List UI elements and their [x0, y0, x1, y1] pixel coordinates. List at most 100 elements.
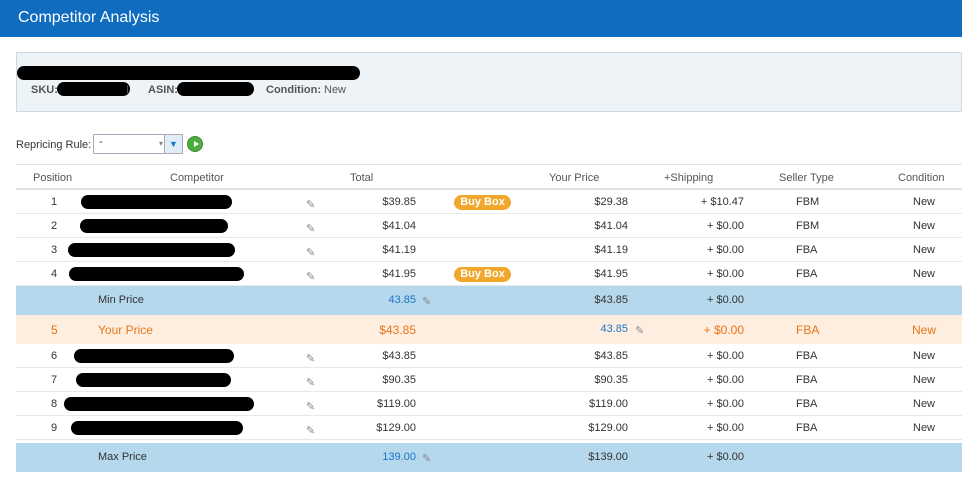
max-price-row: Max Price 139.00 ✎ $139.00 + $0.00 — [16, 443, 962, 472]
page-title: Competitor Analysis — [18, 9, 160, 26]
min-price-price: $43.85 — [594, 294, 628, 306]
edit-pencil-icon[interactable]: ✎ — [306, 352, 315, 365]
table-row: 1 ✎ $39.85 Buy Box $29.38 + $10.47 FBM N… — [16, 190, 962, 214]
col-seller-type[interactable]: Seller Type — [779, 172, 834, 184]
row-shipping: + $0.00 — [706, 244, 744, 256]
row-total: $39.85 — [382, 196, 416, 208]
your-price-value[interactable]: 43.85 — [568, 323, 628, 335]
redacted-sku — [57, 82, 130, 96]
row-seller-type: FBM — [796, 196, 820, 208]
condition-value: New — [324, 84, 347, 96]
buy-box-badge: Buy Box — [454, 195, 511, 210]
row-position: 1 — [51, 196, 58, 208]
repricing-rule-value: - — [99, 136, 103, 148]
redacted-competitor — [64, 397, 254, 411]
competitor-table: Position Competitor Total Your Price +Sh… — [16, 164, 962, 472]
edit-pencil-icon[interactable]: ✎ — [306, 400, 315, 413]
edit-pencil-icon[interactable]: ✎ — [306, 376, 315, 389]
row-shipping: + $0.00 — [706, 374, 744, 386]
row-condition: New — [913, 268, 936, 280]
repricing-rule-label: Repricing Rule: — [16, 139, 92, 151]
redacted-competitor — [81, 195, 232, 209]
row-total: $90.35 — [382, 374, 416, 386]
row-shipping: + $0.00 — [706, 398, 744, 410]
row-position: 2 — [51, 220, 58, 232]
row-price: $41.04 — [594, 220, 628, 232]
row-shipping: + $0.00 — [706, 422, 744, 434]
row-total: $41.04 — [382, 220, 416, 232]
col-condition[interactable]: Condition — [898, 172, 944, 184]
row-total: $41.19 — [382, 244, 416, 256]
min-price-label: Min Price — [98, 294, 144, 306]
row-price: $90.35 — [594, 374, 628, 386]
edit-pencil-icon[interactable]: ✎ — [306, 270, 315, 283]
redacted-competitor — [68, 243, 235, 257]
min-price-shipping: + $0.00 — [706, 294, 744, 306]
table-row: 2 ✎ $41.04 $41.04 + $0.00 FBM New — [16, 214, 962, 238]
redacted-competitor — [74, 349, 234, 363]
your-condition: New — [912, 323, 937, 337]
col-competitor[interactable]: Competitor — [170, 172, 224, 184]
repricing-rule-select[interactable]: - ▾ ▼ — [93, 134, 183, 154]
table-row: 3 ✎ $41.19 $41.19 + $0.00 FBA New — [16, 238, 962, 262]
select-caret-icon: ▾ — [159, 139, 164, 148]
row-total: $119.00 — [377, 398, 416, 410]
your-shipping: + $0.00 — [703, 323, 744, 337]
row-position: 9 — [51, 422, 58, 434]
row-shipping: + $0.00 — [706, 220, 744, 232]
redacted-asin — [177, 82, 254, 96]
table-row: 8 ✎ $119.00 $119.00 + $0.00 FBA New — [16, 392, 962, 416]
min-price-total[interactable]: 43.85 — [356, 294, 416, 306]
row-shipping: + $10.47 — [700, 196, 744, 208]
product-info-panel: SKU: I ASIN: Condition: New — [16, 52, 962, 112]
table-row: 7 ✎ $90.35 $90.35 + $0.00 FBA New — [16, 368, 962, 392]
col-position[interactable]: Position — [33, 172, 72, 184]
edit-pencil-icon[interactable]: ✎ — [422, 452, 431, 465]
row-condition: New — [913, 398, 936, 410]
row-total: $43.85 — [382, 350, 416, 362]
edit-pencil-icon[interactable]: ✎ — [306, 424, 315, 437]
table-row: 9 ✎ $129.00 $129.00 + $0.00 FBA New — [16, 416, 962, 440]
row-position: 6 — [51, 350, 58, 362]
max-price-total[interactable]: 139.00 — [356, 451, 416, 463]
row-seller-type: FBA — [796, 398, 818, 410]
row-position: 4 — [51, 268, 58, 280]
window-header: Competitor Analysis — [0, 0, 962, 37]
row-position: 8 — [51, 398, 58, 410]
table-header: Position Competitor Total Your Price +Sh… — [16, 164, 962, 190]
row-position: 3 — [51, 244, 58, 256]
col-shipping[interactable]: +Shipping — [664, 172, 713, 184]
edit-pencil-icon[interactable]: ✎ — [635, 324, 644, 337]
redacted-competitor — [76, 373, 231, 387]
redacted-product-title — [17, 66, 360, 80]
edit-pencil-icon[interactable]: ✎ — [306, 222, 315, 235]
your-price-row: 5 Your Price $43.85 43.85 ✎ + $0.00 FBA … — [16, 315, 962, 344]
row-price: $29.38 — [594, 196, 628, 208]
row-total: $129.00 — [376, 422, 416, 434]
row-seller-type: FBA — [796, 350, 818, 362]
redacted-competitor — [80, 219, 228, 233]
your-price-label: Your Price — [98, 323, 153, 337]
col-your-price[interactable]: Your Price — [549, 172, 599, 184]
apply-rule-button[interactable] — [187, 136, 203, 152]
table-row: 6 ✎ $43.85 $43.85 + $0.00 FBA New — [16, 344, 962, 368]
max-price-label: Max Price — [98, 451, 147, 463]
edit-pencil-icon[interactable]: ✎ — [306, 198, 315, 211]
row-condition: New — [913, 220, 936, 232]
edit-pencil-icon[interactable]: ✎ — [422, 295, 431, 308]
row-condition: New — [913, 350, 936, 362]
row-shipping: + $0.00 — [706, 268, 744, 280]
row-seller-type: FBA — [796, 244, 818, 256]
col-total[interactable]: Total — [350, 172, 373, 184]
min-price-row: Min Price 43.85 ✎ $43.85 + $0.00 — [16, 286, 962, 315]
asin-label: ASIN: — [148, 84, 178, 96]
row-total: $41.95 — [382, 268, 416, 280]
chevron-down-icon[interactable]: ▼ — [164, 135, 182, 153]
row-price: $129.00 — [588, 422, 628, 434]
your-total: $43.85 — [379, 323, 416, 337]
edit-pencil-icon[interactable]: ✎ — [306, 246, 315, 259]
row-condition: New — [913, 374, 936, 386]
row-seller-type: FBA — [796, 268, 818, 280]
max-price-price: $139.00 — [588, 451, 628, 463]
condition-label: Condition: — [266, 84, 321, 96]
